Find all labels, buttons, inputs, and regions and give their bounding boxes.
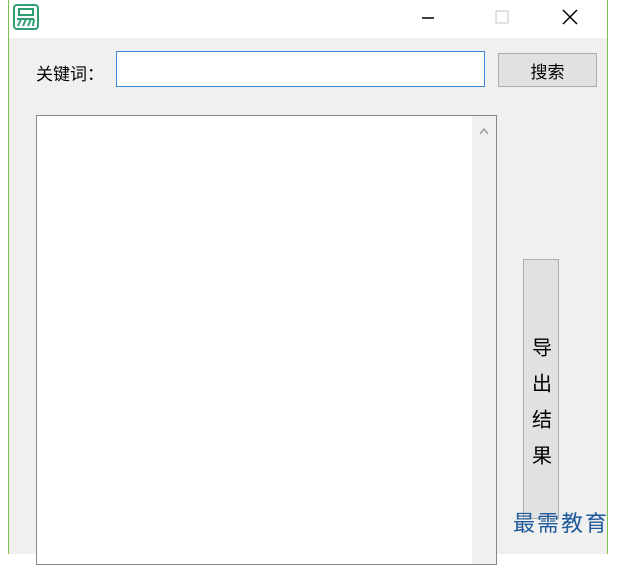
watermark-text: 最需教育: [513, 512, 610, 537]
app-logo-icon: [13, 4, 39, 30]
keyword-input[interactable]: [116, 51, 485, 87]
maximize-button[interactable]: [479, 0, 525, 38]
maximize-icon: [494, 9, 510, 29]
results-list[interactable]: [36, 115, 497, 565]
minimize-button[interactable]: [405, 0, 451, 38]
keyword-label: 关键词：: [36, 65, 104, 85]
export-results-button[interactable]: 导出结果: [523, 259, 559, 519]
chevron-up-icon: [478, 121, 490, 140]
title-bar[interactable]: [9, 0, 607, 38]
app-window: 关键词： 搜索 导出结果: [8, 0, 608, 565]
close-icon: [561, 8, 579, 30]
results-scrollbar[interactable]: [472, 116, 496, 564]
close-button[interactable]: [547, 0, 593, 38]
scroll-up-button[interactable]: [472, 120, 496, 140]
minimize-icon: [420, 9, 436, 29]
search-button[interactable]: 搜索: [498, 53, 597, 87]
